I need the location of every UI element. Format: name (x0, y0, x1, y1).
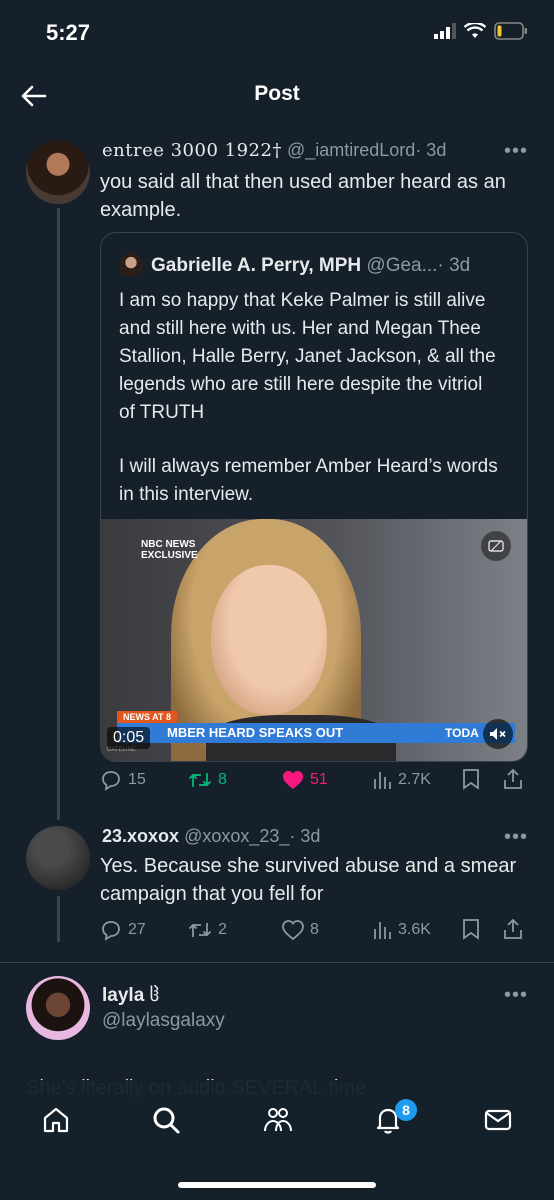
repost-button[interactable]: 8 (188, 769, 227, 791)
notification-badge: 8 (395, 1099, 417, 1121)
handle[interactable]: @_iamtiredLord (287, 140, 415, 160)
handle[interactable]: @laylasgalaxy (102, 1010, 225, 1032)
reply1-actions: 15 8 51 2.7K (100, 768, 530, 792)
network-logo: NBC NEWS EXCLUSIVE (141, 539, 198, 561)
views-button[interactable]: 3.6K (372, 920, 431, 940)
more-options-icon[interactable]: ••• (504, 984, 528, 1007)
quoted-post[interactable]: Gabrielle A. Perry, MPH @Gea...· 3d I am… (100, 232, 528, 762)
repost-icon (188, 773, 212, 787)
mail-icon (484, 1109, 512, 1131)
search-tab[interactable] (146, 1100, 186, 1140)
messages-tab[interactable] (478, 1100, 518, 1140)
reply2-text: Yes. Because she survived abuse and a sm… (100, 855, 517, 905)
thread-line (57, 208, 60, 820)
more-options-icon[interactable]: ••• (504, 826, 528, 849)
communities-tab[interactable] (258, 1100, 298, 1140)
like-button[interactable]: 8 (282, 920, 319, 940)
reply2-actions: 27 2 8 3.6K (100, 918, 530, 942)
avatar-reply1[interactable] (26, 140, 90, 204)
home-indicator (178, 1182, 376, 1188)
thread-line (57, 896, 60, 942)
reply-count: 15 (128, 771, 146, 788)
mute-button[interactable] (483, 719, 513, 749)
status-time: 5:27 (46, 20, 91, 45)
views-count: 3.6K (398, 921, 431, 938)
views-count: 2.7K (398, 771, 431, 788)
reply-button[interactable]: 15 (100, 769, 146, 791)
analytics-icon (374, 772, 391, 789)
reply-count: 27 (128, 921, 146, 938)
avatar-reply2[interactable] (26, 826, 90, 890)
reply2-header: 23.xoxox @xoxox_23_· 3d (102, 826, 320, 847)
heart-filled-icon (283, 771, 303, 789)
video-timestamp: 0:05 (107, 727, 151, 749)
network-sublabel: EXCLUSIVE (141, 550, 198, 561)
video-face (211, 565, 327, 715)
display-name[interactable]: entree 3000 1922† (102, 140, 282, 161)
share-icon[interactable] (502, 918, 524, 940)
avatar-quote (119, 253, 143, 277)
home-tab[interactable] (36, 1100, 76, 1140)
signal-icon (434, 23, 456, 39)
repost-count: 8 (218, 771, 227, 788)
captions-icon[interactable] (481, 531, 511, 561)
bookmark-icon[interactable] (462, 918, 480, 940)
reply-icon (102, 921, 120, 941)
like-count: 51 (310, 771, 328, 788)
repost-count: 2 (218, 921, 227, 938)
battery-icon (494, 22, 527, 40)
page-title: Post (254, 82, 300, 105)
heart-outline-icon (282, 920, 304, 940)
post-time: · 3d (437, 255, 471, 276)
post-time: · 3d (289, 826, 321, 846)
reply1-text: you said all that then used amber heard … (100, 171, 506, 221)
speaker-muted-icon (490, 728, 506, 740)
more-options-icon[interactable]: ••• (504, 140, 528, 163)
video-player[interactable]: NBC NEWS EXCLUSIVE NEWS AT 8 MBER HEARD … (101, 519, 527, 761)
reply3-header: layla ჱ (102, 984, 159, 1007)
repost-button[interactable]: 2 (188, 919, 227, 941)
handle[interactable]: @xoxox_23_ (184, 826, 289, 846)
reply-icon (102, 771, 120, 791)
wifi-icon (464, 23, 486, 38)
lower-third-tag: NEWS AT 8 (117, 711, 178, 723)
display-name: Gabrielle A. Perry, MPH (151, 255, 362, 276)
bookmark-icon[interactable] (462, 768, 480, 790)
quote-header: Gabrielle A. Perry, MPH @Gea...· 3d (151, 255, 470, 277)
post-time: · 3d (415, 140, 447, 160)
views-button[interactable]: 2.7K (372, 770, 431, 790)
display-name[interactable]: layla (102, 985, 144, 1006)
reply1-header: entree 3000 1922† @_iamtiredLord· 3d (102, 140, 446, 161)
communities-icon (264, 1108, 292, 1132)
handle: @Gea... (366, 255, 438, 276)
heart-hands-icon: ჱ (149, 985, 160, 1006)
like-button[interactable]: 51 (282, 770, 328, 790)
divider (0, 962, 554, 963)
lower-third-text: MBER HEARD SPEAKS OUT (167, 725, 344, 740)
brand-label: TODA (445, 726, 479, 740)
quote-text-1: I am so happy that Keke Palmer is still … (119, 290, 496, 423)
analytics-icon (374, 922, 391, 939)
repost-icon (188, 923, 212, 937)
status-icons (434, 22, 528, 40)
avatar-reply3[interactable] (26, 976, 90, 1040)
display-name[interactable]: 23.xoxox (102, 826, 179, 846)
like-count: 8 (310, 921, 319, 938)
network-label: NBC NEWS (141, 539, 196, 550)
home-icon (43, 1107, 69, 1133)
search-icon (153, 1107, 180, 1134)
share-icon[interactable] (502, 768, 524, 790)
quote-text-2: I will always remember Amber Heard’s wor… (119, 456, 498, 505)
top-bar: Post (0, 70, 554, 120)
reply-button[interactable]: 27 (100, 919, 146, 941)
